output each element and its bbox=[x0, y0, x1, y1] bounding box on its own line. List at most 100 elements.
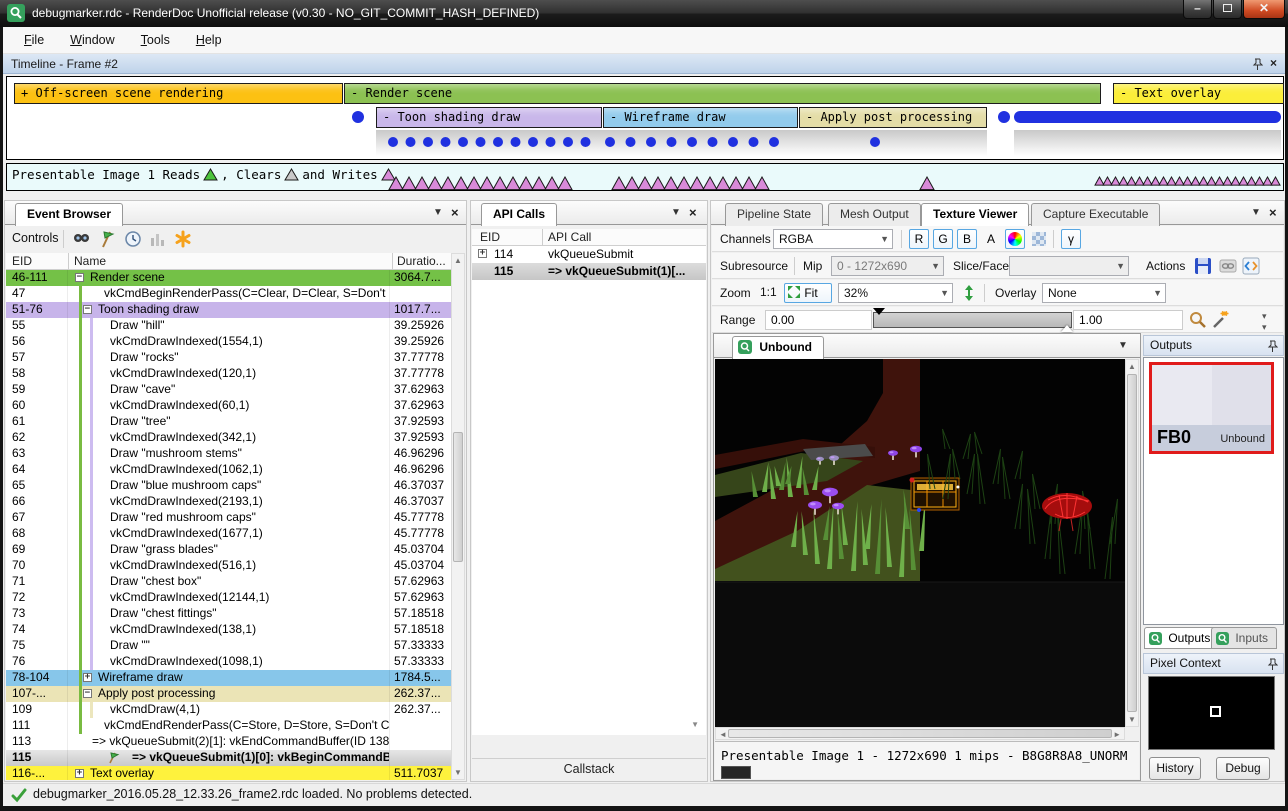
overflow-chevron-icon[interactable]: ▾▾ bbox=[1262, 311, 1267, 333]
tab-inputs[interactable]: Inputs bbox=[1211, 627, 1277, 649]
texture-display[interactable] bbox=[715, 359, 1126, 727]
close-icon[interactable]: × bbox=[689, 205, 697, 220]
range-black-point-handle[interactable] bbox=[873, 308, 885, 315]
pin-icon[interactable] bbox=[1267, 340, 1278, 352]
tree-expander-icon[interactable]: + bbox=[75, 769, 84, 778]
event-row[interactable]: 111vkCmdEndRenderPass(C=Store, D=Store, … bbox=[6, 718, 451, 734]
menu-tools[interactable]: Tools bbox=[128, 27, 183, 54]
event-row[interactable]: 67Draw "red mushroom caps"45.77778 bbox=[6, 510, 451, 526]
chevron-down-icon[interactable]: ▼ bbox=[1251, 207, 1261, 218]
tab-pipeline-state[interactable]: Pipeline State bbox=[725, 203, 823, 226]
channel-green-button[interactable]: G bbox=[933, 229, 953, 249]
event-browser-vscrollbar[interactable]: ▲ ▼ bbox=[451, 253, 465, 780]
event-row[interactable]: 116-...+Text overlay511.7037 bbox=[6, 766, 451, 780]
bookmark-flag-icon[interactable] bbox=[97, 229, 117, 249]
callstack-section[interactable]: Callstack bbox=[472, 758, 706, 780]
autofit-wand-icon[interactable] bbox=[1210, 310, 1230, 330]
tab-api-calls[interactable]: API Calls bbox=[481, 203, 557, 226]
event-row[interactable]: 70vkCmdDrawIndexed(516,1)45.03704 bbox=[6, 558, 451, 574]
channels-dropdown[interactable]: RGBA▼ bbox=[773, 229, 893, 249]
tab-outputs[interactable]: Outputs bbox=[1144, 627, 1219, 649]
tab-capture-executable[interactable]: Capture Executable bbox=[1031, 203, 1160, 226]
flip-vertical-icon[interactable] bbox=[962, 284, 976, 302]
event-table-header[interactable]: EID Name Duratio... bbox=[6, 253, 451, 270]
close-icon[interactable]: × bbox=[1269, 205, 1277, 220]
chevron-down-icon[interactable]: ▼ bbox=[671, 207, 681, 218]
tree-expander-icon[interactable]: − bbox=[75, 273, 84, 282]
pixel-context-view[interactable] bbox=[1148, 676, 1275, 750]
tab-event-browser[interactable]: Event Browser bbox=[15, 203, 123, 226]
save-icon[interactable] bbox=[1193, 256, 1213, 276]
event-table[interactable]: 46-111−Render scene3064.7...47vkCmdBegin… bbox=[6, 270, 451, 780]
event-row[interactable]: 61Draw "tree"37.92593 bbox=[6, 414, 451, 430]
event-row[interactable]: 113=> vkQueueSubmit(2)[1]: vkEndCommandB… bbox=[6, 734, 451, 750]
event-row[interactable]: 47vkCmdBeginRenderPass(C=Clear, D=Clear,… bbox=[6, 286, 451, 302]
chevron-down-icon[interactable]: ▼ bbox=[1118, 340, 1128, 351]
event-row[interactable]: 72vkCmdDrawIndexed(12144,1)57.62963 bbox=[6, 590, 451, 606]
event-row[interactable]: 59Draw "cave"37.62963 bbox=[6, 382, 451, 398]
pin-icon[interactable] bbox=[1252, 58, 1263, 70]
range-max-input[interactable]: 1.00 bbox=[1073, 310, 1183, 330]
event-row[interactable]: 46-111−Render scene3064.7... bbox=[6, 270, 451, 286]
event-row[interactable]: 75Draw ""57.33333 bbox=[6, 638, 451, 654]
tab-mesh-output[interactable]: Mesh Output bbox=[828, 203, 921, 226]
overlay-dropdown[interactable]: None▼ bbox=[1042, 283, 1166, 303]
channel-alpha-button[interactable]: A bbox=[981, 229, 1001, 249]
event-row[interactable]: 71Draw "chest box"57.62963 bbox=[6, 574, 451, 590]
channel-red-button[interactable]: R bbox=[909, 229, 929, 249]
range-min-input[interactable]: 0.00 bbox=[765, 310, 872, 330]
gamma-button[interactable]: γ bbox=[1061, 229, 1081, 249]
api-call-row[interactable]: 115=> vkQueueSubmit(1)[... bbox=[472, 263, 706, 280]
scroll-down-icon[interactable]: ▼ bbox=[691, 720, 699, 729]
zoom-range-icon[interactable] bbox=[1188, 310, 1208, 330]
event-row[interactable]: 55Draw "hill"39.25926 bbox=[6, 318, 451, 334]
channel-blue-button[interactable]: B bbox=[957, 229, 977, 249]
debug-button[interactable]: Debug bbox=[1216, 757, 1270, 780]
code-icon[interactable] bbox=[1241, 256, 1261, 276]
event-row[interactable]: 58vkCmdDrawIndexed(120,1)37.77778 bbox=[6, 366, 451, 382]
event-row[interactable]: 65Draw "blue mushroom caps"46.37037 bbox=[6, 478, 451, 494]
zoom-level-dropdown[interactable]: 32%▼ bbox=[838, 283, 953, 303]
event-row[interactable]: 74vkCmdDrawIndexed(138,1)57.18518 bbox=[6, 622, 451, 638]
event-row[interactable]: 68vkCmdDrawIndexed(1677,1)45.77778 bbox=[6, 526, 451, 542]
chevron-down-icon[interactable]: ▼ bbox=[433, 207, 443, 218]
zoom-1to1-button[interactable]: 1:1 bbox=[760, 285, 777, 299]
event-row[interactable]: 76vkCmdDrawIndexed(1098,1)57.33333 bbox=[6, 654, 451, 670]
api-table-header[interactable]: EID API Call bbox=[472, 229, 706, 246]
event-row[interactable]: 107-...−Apply post processing262.37... bbox=[6, 686, 451, 702]
event-row[interactable]: 109vkCmdDraw(4,1)262.37... bbox=[6, 702, 451, 718]
tree-expander-icon[interactable]: − bbox=[83, 305, 92, 314]
event-row[interactable]: 73Draw "chest fittings"57.18518 bbox=[6, 606, 451, 622]
color-wheel-icon[interactable] bbox=[1005, 229, 1025, 249]
api-call-row[interactable]: +114vkQueueSubmit bbox=[472, 246, 706, 263]
event-row[interactable]: 51-76−Toon shading draw1017.7... bbox=[6, 302, 451, 318]
close-icon[interactable]: × bbox=[1270, 56, 1277, 70]
event-row[interactable]: 115=> vkQueueSubmit(1)[0]: vkBeginComman… bbox=[6, 750, 451, 766]
pin-icon[interactable] bbox=[1267, 658, 1278, 670]
event-row[interactable]: 78-104+Wireframe draw1784.5... bbox=[6, 670, 451, 686]
event-row[interactable]: 56vkCmdDrawIndexed(1554,1)39.25926 bbox=[6, 334, 451, 350]
menu-file[interactable]: File bbox=[11, 27, 57, 54]
tab-texture-viewer[interactable]: Texture Viewer bbox=[921, 203, 1029, 226]
range-white-point-handle[interactable] bbox=[1061, 325, 1073, 332]
timeline-body[interactable]: + Off-screen scene rendering- Render sce… bbox=[6, 76, 1284, 160]
close-icon[interactable]: × bbox=[451, 205, 459, 220]
event-row[interactable]: 57Draw "rocks"37.77778 bbox=[6, 350, 451, 366]
preview-hscrollbar[interactable]: ◄ ► bbox=[715, 727, 1125, 740]
event-row[interactable]: 62vkCmdDrawIndexed(342,1)37.92593 bbox=[6, 430, 451, 446]
event-row[interactable]: 66vkCmdDrawIndexed(2193,1)46.37037 bbox=[6, 494, 451, 510]
minimize-button[interactable]: – bbox=[1183, 0, 1212, 19]
tab-unbound-texture[interactable]: Unbound bbox=[732, 336, 824, 359]
tree-expander-icon[interactable]: + bbox=[478, 249, 487, 258]
close-button[interactable]: ✕ bbox=[1243, 0, 1285, 19]
preview-vscrollbar[interactable]: ▲ ▼ bbox=[1125, 359, 1139, 727]
event-row[interactable]: 63Draw "mushroom stems"46.96296 bbox=[6, 446, 451, 462]
menu-help[interactable]: Help bbox=[183, 27, 235, 54]
api-call-list[interactable]: +114vkQueueSubmit115=> vkQueueSubmit(1)[… bbox=[472, 246, 706, 735]
fb0-thumbnail[interactable]: FB0 Unbound bbox=[1149, 362, 1274, 454]
tree-expander-icon[interactable]: + bbox=[83, 673, 92, 682]
history-button[interactable]: History bbox=[1149, 757, 1201, 780]
event-row[interactable]: 64vkCmdDrawIndexed(1062,1)46.96296 bbox=[6, 462, 451, 478]
tree-expander-icon[interactable]: − bbox=[83, 689, 92, 698]
menu-window[interactable]: Window bbox=[57, 27, 127, 54]
